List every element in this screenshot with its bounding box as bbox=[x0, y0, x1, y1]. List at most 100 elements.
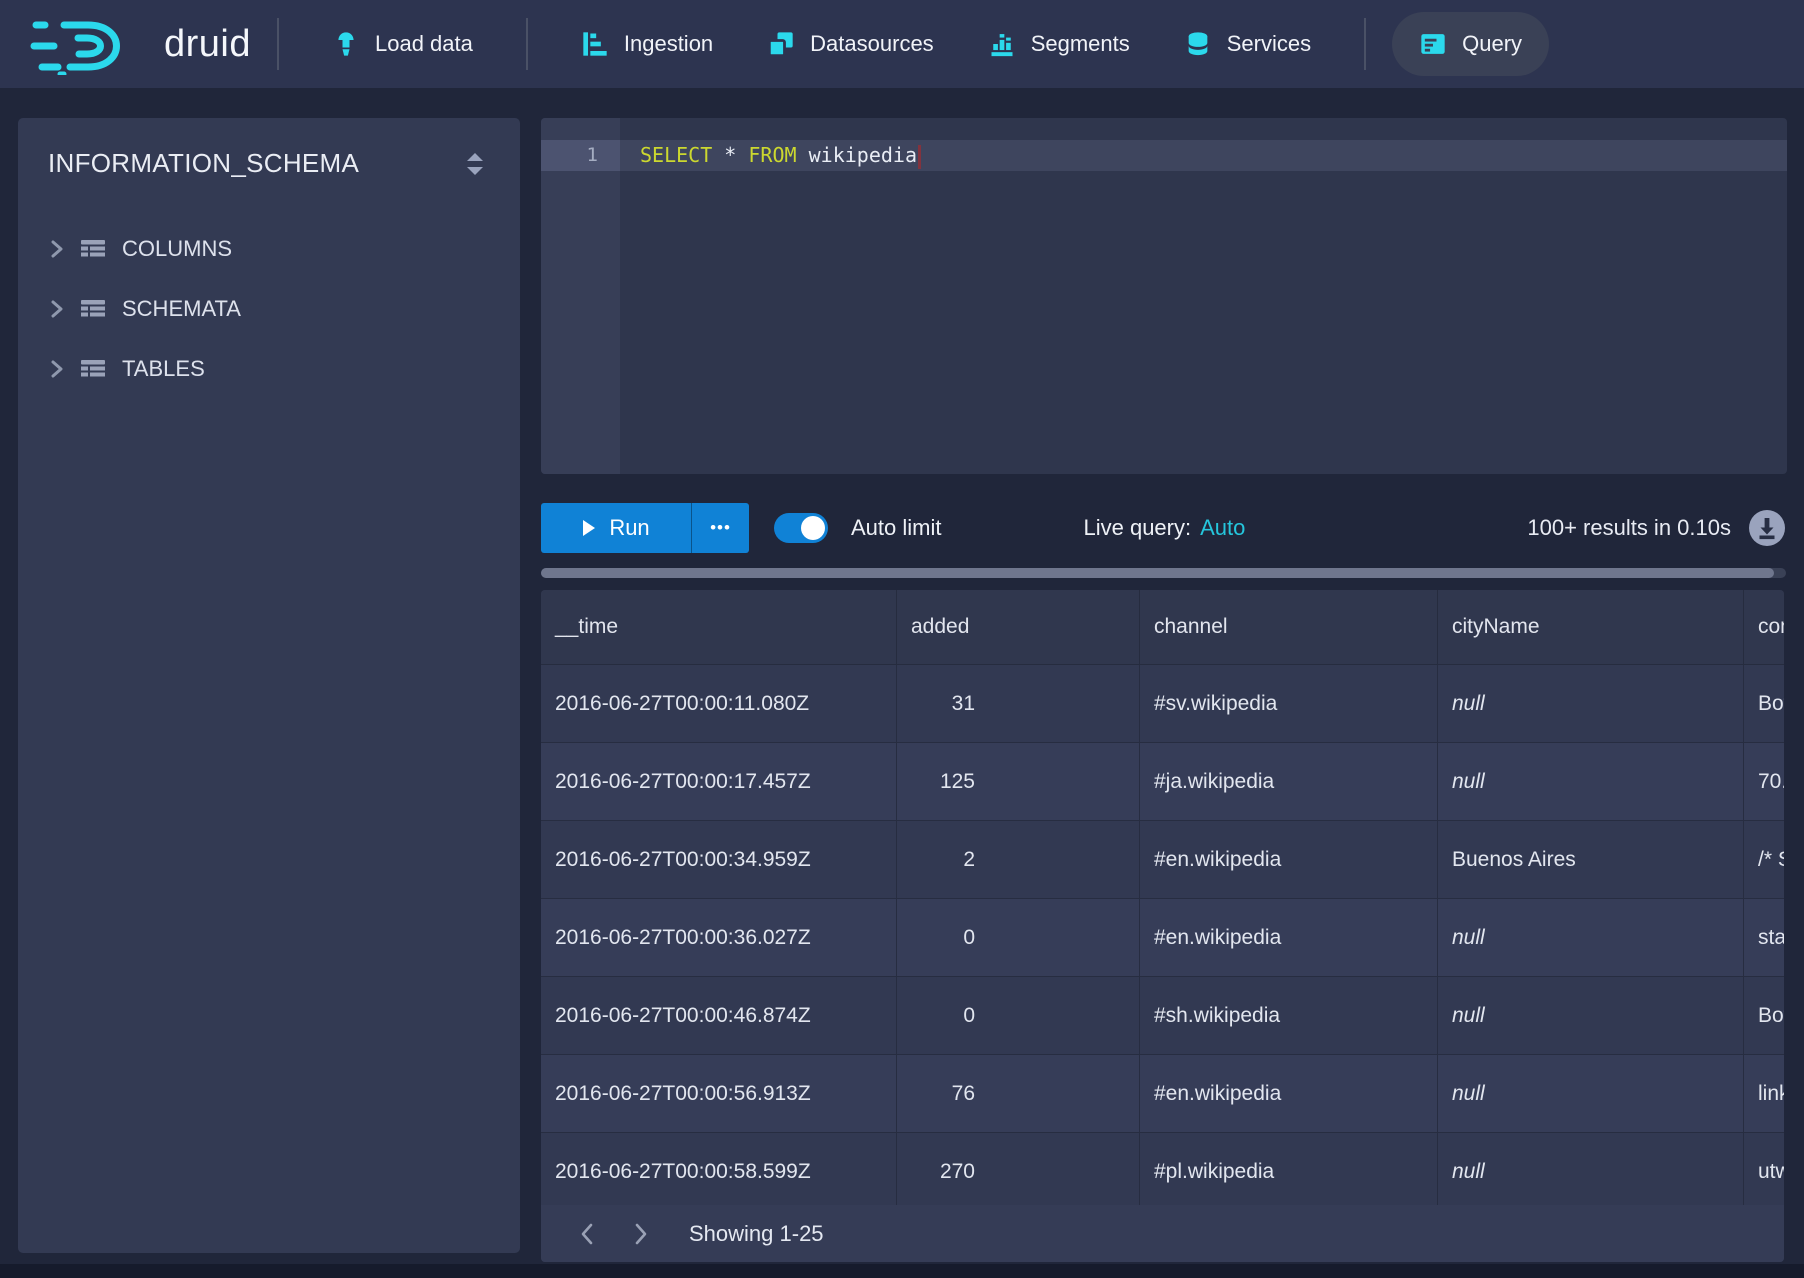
table-body: 2016-06-27T00:00:11.080Z31#sv.wikipedian… bbox=[541, 665, 1784, 1211]
table-cell[interactable]: links bbox=[1744, 1055, 1784, 1132]
nav-item-segments[interactable]: Segments bbox=[961, 12, 1157, 76]
nav-divider bbox=[1364, 18, 1366, 70]
table-cell[interactable]: 125 bbox=[897, 743, 1140, 820]
table-cell[interactable]: started section bbox=[1744, 899, 1784, 976]
druid-logo-icon bbox=[30, 13, 152, 75]
tree-item-schemata[interactable]: SCHEMATA bbox=[18, 279, 520, 339]
table-cell[interactable]: #pl.wikipedia bbox=[1140, 1133, 1438, 1210]
database-icon bbox=[1184, 30, 1212, 58]
nav-item-services[interactable]: Services bbox=[1157, 12, 1338, 76]
table-icon bbox=[81, 300, 105, 319]
table-cell[interactable]: 31 bbox=[897, 665, 1140, 742]
toggle-knob bbox=[801, 516, 825, 540]
query-controls: Run ••• Auto limit Live query:Auto 100+ … bbox=[541, 503, 1786, 553]
tree-item-label: TABLES bbox=[122, 356, 205, 382]
table-icon bbox=[81, 360, 105, 379]
table-cell[interactable]: utworzenie artykułu bbox=[1744, 1133, 1784, 1210]
nav-item-label: Query bbox=[1462, 31, 1522, 57]
table-cell[interactable]: #en.wikipedia bbox=[1140, 899, 1438, 976]
nav-item-load-data[interactable]: Load data bbox=[305, 12, 500, 76]
table-cell[interactable]: 0 bbox=[897, 977, 1140, 1054]
table-row: 2016-06-27T00:00:34.959Z2#en.wikipediaBu… bbox=[541, 821, 1784, 899]
nav-item-label: Segments bbox=[1031, 31, 1130, 57]
run-button-label: Run bbox=[609, 515, 649, 541]
table-hscroll-thumb[interactable] bbox=[541, 568, 1774, 578]
table-cell[interactable]: #en.wikipedia bbox=[1140, 1055, 1438, 1132]
query-results-panel: __timeaddedchannelcityNamecomment 2016-0… bbox=[541, 590, 1784, 1262]
column-header-time[interactable]: __time bbox=[541, 590, 897, 664]
table-cell[interactable]: null bbox=[1438, 1055, 1744, 1132]
table-cell[interactable]: 2016-06-27T00:00:11.080Z bbox=[541, 665, 897, 742]
ingestion-chart-icon bbox=[581, 30, 609, 58]
table-cell[interactable]: null bbox=[1438, 899, 1744, 976]
sort-toggle-icon[interactable] bbox=[464, 151, 486, 177]
chevron-right-icon bbox=[50, 239, 64, 259]
next-page-button[interactable] bbox=[621, 1214, 661, 1254]
table-cell[interactable]: Botskapande Indonesien omdirigering bbox=[1744, 665, 1784, 742]
table-row: 2016-06-27T00:00:11.080Z31#sv.wikipedian… bbox=[541, 665, 1784, 743]
nav-item-label: Datasources bbox=[810, 31, 934, 57]
table-icon bbox=[81, 240, 105, 259]
schema-title: INFORMATION_SCHEMA bbox=[48, 148, 359, 179]
table-cell[interactable]: /* Status of peremptory norms */ bbox=[1744, 821, 1784, 898]
tree-item-label: SCHEMATA bbox=[122, 296, 241, 322]
nav-item-label: Ingestion bbox=[624, 31, 713, 57]
table-cell[interactable]: null bbox=[1438, 977, 1744, 1054]
druid-logo[interactable]: druid bbox=[30, 13, 251, 75]
table-cell[interactable]: 270 bbox=[897, 1133, 1140, 1210]
tree-item-tables[interactable]: TABLES bbox=[18, 339, 520, 399]
table-cell[interactable]: #en.wikipedia bbox=[1140, 821, 1438, 898]
table-cell[interactable]: 0 bbox=[897, 899, 1140, 976]
table-header-row: __timeaddedchannelcityNamecomment bbox=[541, 590, 1784, 665]
table-cell[interactable]: Buenos Aires bbox=[1438, 821, 1744, 898]
table-cell[interactable]: 2016-06-27T00:00:46.874Z bbox=[541, 977, 897, 1054]
tree-item-columns[interactable]: COLUMNS bbox=[18, 219, 520, 279]
prev-page-button[interactable] bbox=[567, 1214, 607, 1254]
download-results-button[interactable] bbox=[1748, 509, 1786, 547]
table-cell[interactable]: 70.29.98.235 bbox=[1744, 743, 1784, 820]
table-cell[interactable]: #ja.wikipedia bbox=[1140, 743, 1438, 820]
column-header-comment[interactable]: comment bbox=[1744, 590, 1784, 664]
table-row: 2016-06-27T00:00:17.457Z125#ja.wikipedia… bbox=[541, 743, 1784, 821]
bottom-edge bbox=[0, 1264, 1804, 1278]
table-cell[interactable]: Bot: Automatska zamjena teksta bbox=[1744, 977, 1784, 1054]
chevron-right-icon bbox=[50, 299, 64, 319]
column-header-added[interactable]: added bbox=[897, 590, 1140, 664]
table-cell[interactable]: 2016-06-27T00:00:58.599Z bbox=[541, 1133, 897, 1210]
bar-chart-icon bbox=[988, 30, 1016, 58]
auto-limit-toggle[interactable] bbox=[774, 513, 828, 543]
sql-identifier: wikipedia bbox=[809, 143, 917, 167]
auto-limit-label[interactable]: Auto limit bbox=[851, 515, 941, 541]
table-cell[interactable]: 2016-06-27T00:00:17.457Z bbox=[541, 743, 897, 820]
nav-item-label: Load data bbox=[375, 31, 473, 57]
top-nav: druid Load data Ingestion bbox=[0, 0, 1804, 88]
nav-item-datasources[interactable]: Datasources bbox=[740, 12, 961, 76]
tree-item-label: COLUMNS bbox=[122, 236, 232, 262]
ellipsis-icon: ••• bbox=[710, 518, 731, 538]
table-cell[interactable]: 2016-06-27T00:00:56.913Z bbox=[541, 1055, 897, 1132]
table-cell[interactable]: null bbox=[1438, 1133, 1744, 1210]
live-query-label: Live query: bbox=[1083, 515, 1191, 540]
table-cell[interactable]: 2 bbox=[897, 821, 1140, 898]
nav-item-query[interactable]: Query bbox=[1392, 12, 1549, 76]
table-cell[interactable]: #sv.wikipedia bbox=[1140, 665, 1438, 742]
sql-keyword: FROM bbox=[748, 143, 796, 167]
run-more-button[interactable]: ••• bbox=[692, 503, 749, 553]
run-split-button: Run ••• bbox=[541, 503, 749, 553]
nav-item-ingestion[interactable]: Ingestion bbox=[554, 12, 740, 76]
line-number: 1 bbox=[541, 140, 598, 171]
column-header-channel[interactable]: channel bbox=[1140, 590, 1438, 664]
table-cell[interactable]: #sh.wikipedia bbox=[1140, 977, 1438, 1054]
table-cell[interactable]: 76 bbox=[897, 1055, 1140, 1132]
table-cell[interactable]: null bbox=[1438, 743, 1744, 820]
run-button[interactable]: Run bbox=[541, 503, 691, 553]
column-header-cityname[interactable]: cityName bbox=[1438, 590, 1744, 664]
sql-editor[interactable]: 1 SELECT * FROM wikipedia bbox=[541, 118, 1787, 474]
table-cell[interactable]: null bbox=[1438, 665, 1744, 742]
table-cell[interactable]: 2016-06-27T00:00:36.027Z bbox=[541, 899, 897, 976]
nav-divider bbox=[277, 18, 279, 70]
sql-code-line[interactable]: SELECT * FROM wikipedia bbox=[640, 140, 921, 171]
live-query-value[interactable]: Auto bbox=[1200, 515, 1245, 540]
nav-item-label: Services bbox=[1227, 31, 1311, 57]
table-cell[interactable]: 2016-06-27T00:00:34.959Z bbox=[541, 821, 897, 898]
